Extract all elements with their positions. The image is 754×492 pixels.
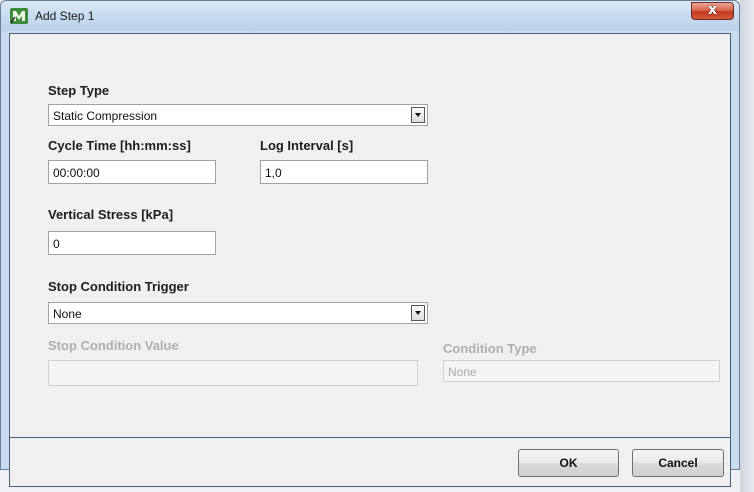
stop-trigger-value: None — [53, 307, 82, 321]
close-button[interactable]: x — [691, 2, 734, 20]
chevron-down-icon[interactable] — [411, 305, 425, 321]
close-icon: x — [707, 2, 718, 18]
stop-trigger-label: Stop Condition Trigger — [48, 279, 189, 294]
condition-type-field[interactable]: None — [443, 360, 720, 382]
dialog-title: Add Step 1 — [35, 9, 95, 23]
step-type-select[interactable]: Static Compression — [48, 104, 428, 126]
app-logo-icon — [10, 8, 28, 24]
chevron-down-icon[interactable] — [411, 107, 425, 123]
ok-button[interactable]: OK — [518, 449, 619, 477]
condition-type-label: Condition Type — [443, 341, 537, 356]
dialog-window: Add Step 1 x Step Type Static Compressio… — [0, 0, 740, 487]
stop-value-input[interactable] — [48, 360, 418, 386]
step-type-value: Static Compression — [53, 109, 158, 123]
vertical-stress-label: Vertical Stress [kPa] — [48, 207, 174, 222]
log-interval-input[interactable]: 1,0 — [260, 160, 428, 184]
step-type-label: Step Type — [48, 83, 110, 98]
stop-trigger-select[interactable]: None — [48, 302, 428, 324]
form-panel: Step Type Static Compression Cycle Time … — [9, 33, 731, 438]
vertical-stress-input[interactable]: 0 — [48, 231, 216, 255]
cycle-time-input[interactable]: 00:00:00 — [48, 160, 216, 184]
log-interval-label: Log Interval [s] — [260, 138, 354, 153]
cycle-time-label: Cycle Time [hh:mm:ss] — [48, 138, 191, 153]
stop-value-label: Stop Condition Value — [48, 338, 179, 353]
title-bar[interactable]: Add Step 1 x — [1, 1, 739, 31]
cancel-button[interactable]: Cancel — [632, 449, 724, 477]
background-strip — [740, 0, 754, 492]
button-bar: OK Cancel — [9, 437, 731, 487]
